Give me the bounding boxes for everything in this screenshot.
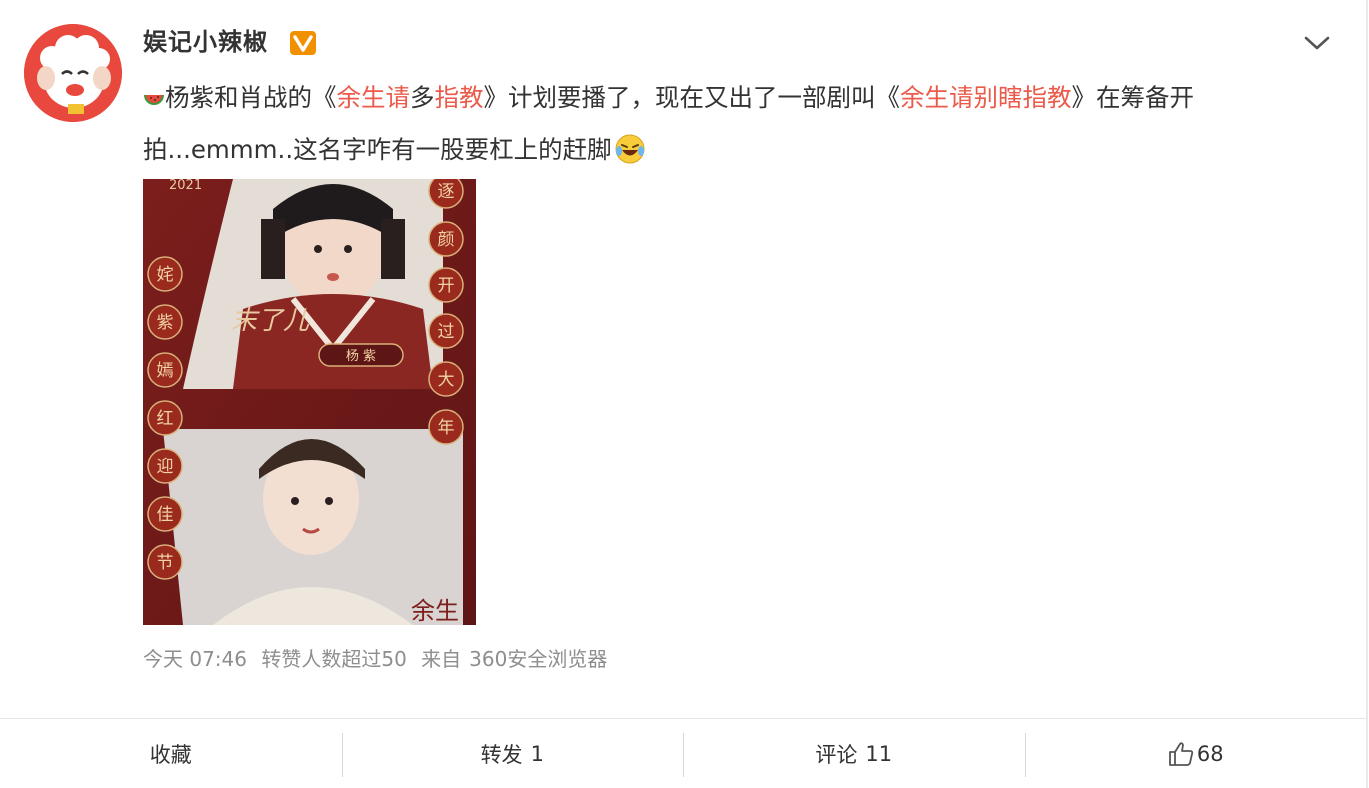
source-prefix: 来自 — [421, 647, 462, 671]
post-image[interactable]: 杨 紫 末了儿 2021 姹 紫 嫣 红 迎 佳 节 逐 颜 开 过 大 年 余… — [143, 179, 476, 625]
topic-link[interactable]: 余生请别瞎指教 — [900, 83, 1072, 112]
banner-char: 逐 — [438, 182, 455, 202]
banner-char: 迎 — [157, 457, 174, 477]
favorite-label: 收藏 — [149, 742, 192, 767]
chevron-down-icon[interactable] — [1302, 30, 1332, 56]
banner-char: 大 — [438, 370, 455, 390]
favorite-button[interactable]: 收藏 — [0, 719, 342, 788]
topic-link[interactable]: 指教 — [435, 83, 484, 112]
username[interactable]: 娱记小辣椒 — [143, 24, 268, 60]
banner-char: 开 — [438, 276, 455, 296]
post-meta: 今天 07:46 转赞人数超过50 来自 360安全浏览器 — [143, 644, 615, 674]
post-time[interactable]: 今天 07:46 — [143, 647, 247, 671]
avatar[interactable] — [24, 24, 122, 122]
like-count: 68 — [1196, 741, 1224, 766]
banner-char: 紫 — [157, 313, 174, 333]
signature: 末了儿 — [231, 306, 310, 336]
content-text: 》计划要播了，现在又出了一部剧叫《 — [483, 83, 901, 112]
sheep-avatar-icon — [24, 24, 122, 122]
poster-illustration: 杨 紫 末了儿 2021 姹 紫 嫣 红 迎 佳 节 逐 颜 开 过 大 年 余… — [143, 179, 476, 625]
corner-text: 余生 — [411, 597, 459, 625]
banner-char: 过 — [438, 322, 455, 342]
like-button[interactable]: 68 — [1024, 719, 1367, 788]
comment-count: 11 — [865, 741, 893, 766]
year-label: 2021 — [169, 179, 202, 193]
verified-v-icon — [290, 31, 316, 55]
content-text: 多 — [410, 83, 435, 112]
content-text: 杨紫和肖战的《 — [165, 83, 337, 112]
banner-char: 红 — [157, 409, 174, 429]
source-link[interactable]: 360安全浏览器 — [469, 647, 607, 671]
watermelon-emoji-icon — [144, 95, 164, 105]
banner-char: 嫣 — [157, 361, 174, 381]
comment-label: 评论 — [815, 742, 858, 767]
post-content: 杨紫和肖战的《余生请多指教》计划要播了，现在又出了一部剧叫《余生请别瞎指教》在筹… — [143, 72, 1323, 176]
laugh-cry-emoji-icon — [615, 134, 645, 164]
weibo-post-card: 娱记小辣椒 杨紫和肖战的《余生请多指教》计划要播了，现在又出了一部剧叫《余生请别… — [0, 0, 1368, 788]
name-tag: 杨 紫 — [346, 349, 376, 364]
banner-char: 颜 — [438, 230, 455, 250]
thumbs-up-icon — [1168, 741, 1194, 766]
banner-char: 佳 — [157, 505, 174, 525]
repost-label: 转发 — [480, 742, 523, 767]
repost-count: 1 — [530, 741, 544, 766]
banner-char: 节 — [157, 553, 174, 573]
banner-char: 姹 — [157, 265, 174, 285]
comment-button[interactable]: 评论 11 — [683, 719, 1025, 788]
topic-link[interactable]: 余生请 — [337, 83, 411, 112]
banner-char: 年 — [438, 418, 455, 438]
reposts-note: 转赞人数超过50 — [261, 647, 407, 671]
action-bar: 收藏 转发 1 评论 11 68 — [0, 719, 1366, 788]
repost-button[interactable]: 转发 1 — [341, 719, 684, 788]
